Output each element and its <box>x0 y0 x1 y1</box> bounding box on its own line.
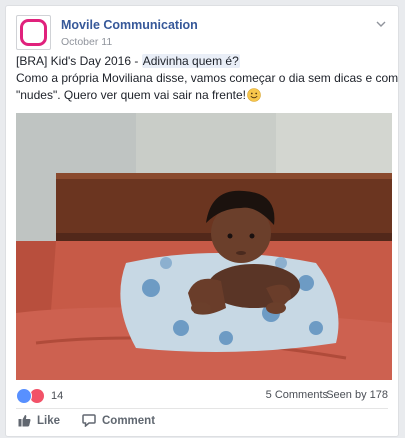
post-header: Movile Communication October 11 <box>16 15 388 51</box>
like-button-label: Like <box>37 414 61 427</box>
chevron-down-icon <box>376 21 386 27</box>
page-avatar[interactable] <box>16 15 51 50</box>
smiley-emoji-icon <box>247 88 261 107</box>
post-text-line-3-content: "nudes". Quero ver quem vai sair na fren… <box>16 88 246 102</box>
comment-button-label: Comment <box>102 414 156 427</box>
like-reaction-icon <box>16 388 32 404</box>
highlighted-question: Adivinha quem é? <box>141 54 240 68</box>
reactions-summary[interactable]: 14 <box>16 388 63 404</box>
comments-count-link[interactable]: 5 Comments <box>266 389 328 401</box>
comment-bubble-icon <box>82 414 96 427</box>
like-button[interactable]: Like <box>18 414 60 427</box>
post-actions: Like Comment <box>16 414 388 434</box>
post-title-text: [BRA] Kid's Day 2016 - <box>16 54 142 68</box>
post-text-line-1: [BRA] Kid's Day 2016 - Adivinha quem é? <box>16 53 388 70</box>
author-name[interactable]: Movile Communication <box>61 18 198 32</box>
post-stats: 14 5 Comments Seen by 178 <box>16 386 388 406</box>
post-card: Movile Communication October 11 [BRA] Ki… <box>5 5 399 437</box>
reaction-count: 14 <box>51 390 64 402</box>
post-menu-button[interactable] <box>374 17 388 31</box>
post-text-line-3: "nudes". Quero ver quem vai sair na fren… <box>16 87 388 107</box>
post-text-line-2: Como a própria Moviliana disse, vamos co… <box>16 71 399 85</box>
seen-by-count[interactable]: Seen by 178 <box>326 389 388 401</box>
actions-divider <box>16 408 388 409</box>
comment-button[interactable]: Comment <box>82 414 155 427</box>
post-text: [BRA] Kid's Day 2016 - Adivinha quem é? … <box>16 53 399 107</box>
post-photo[interactable] <box>16 113 392 380</box>
post-date[interactable]: October 11 <box>61 36 112 48</box>
thumbs-up-icon <box>18 415 31 427</box>
movile-logo-icon <box>20 19 47 46</box>
